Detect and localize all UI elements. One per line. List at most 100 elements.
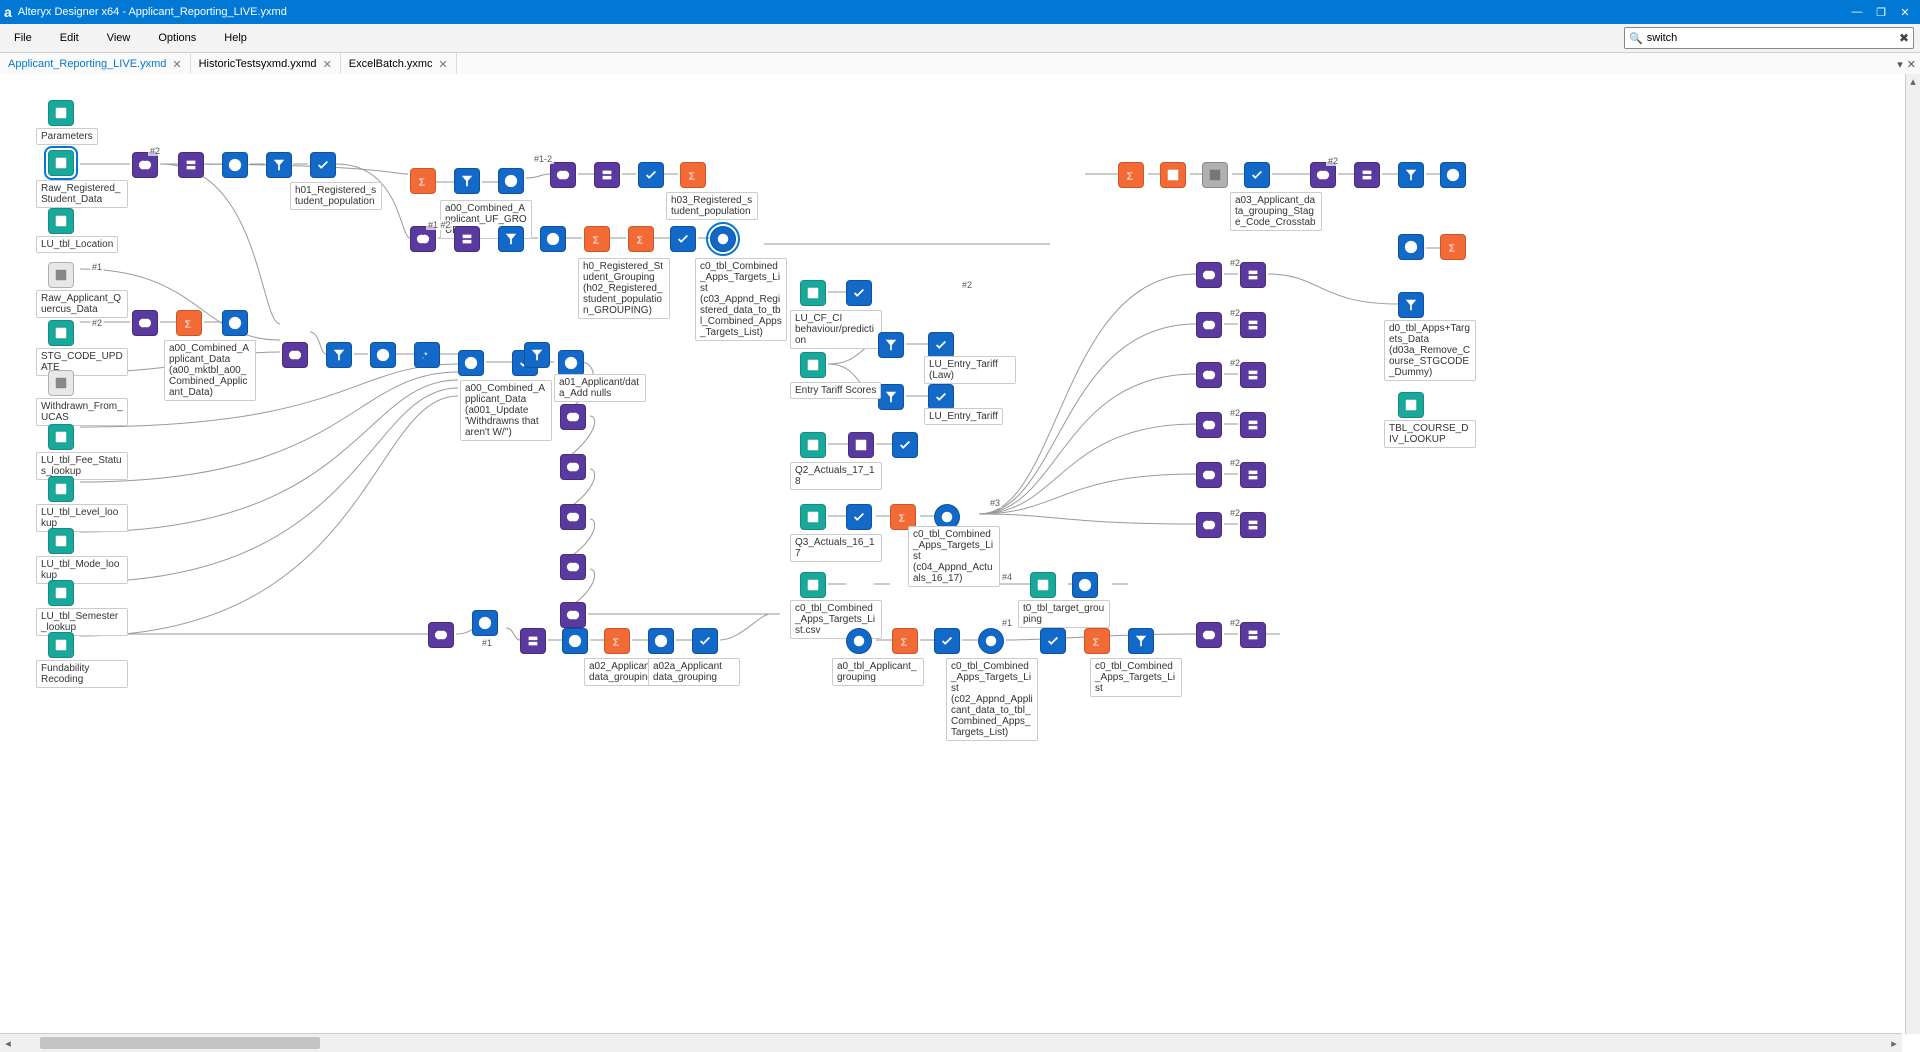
summarize-tool[interactable]: Σ bbox=[584, 226, 610, 252]
regex-tool[interactable]: .* bbox=[414, 342, 440, 368]
summarize-tool[interactable]: Σ bbox=[1440, 234, 1466, 260]
select-tool[interactable] bbox=[928, 332, 954, 358]
tile-tool[interactable] bbox=[978, 628, 1004, 654]
filter-tool[interactable] bbox=[524, 342, 550, 368]
union-tool[interactable] bbox=[594, 162, 620, 188]
search-box[interactable]: 🔍 ✖ bbox=[1624, 27, 1914, 49]
summarize-tool[interactable]: Σ bbox=[410, 168, 436, 194]
input-tool-lu-mode[interactable] bbox=[48, 528, 74, 554]
join-tool[interactable] bbox=[560, 404, 586, 430]
input-tool-q2-actuals[interactable] bbox=[800, 432, 826, 458]
select-tool[interactable] bbox=[310, 152, 336, 178]
join-tool[interactable] bbox=[560, 454, 586, 480]
select-tool[interactable] bbox=[892, 432, 918, 458]
filter-tool[interactable] bbox=[326, 342, 352, 368]
select-tool[interactable] bbox=[638, 162, 664, 188]
scroll-right-icon[interactable]: ▸ bbox=[1886, 1035, 1902, 1051]
summarize-tool[interactable]: Σ bbox=[1118, 162, 1144, 188]
summarize-tool[interactable]: Σ bbox=[176, 310, 202, 336]
maximize-button[interactable]: ❐ bbox=[1870, 3, 1892, 21]
formula-tool[interactable] bbox=[498, 168, 524, 194]
tile-tool[interactable] bbox=[846, 628, 872, 654]
formula-tool[interactable] bbox=[562, 628, 588, 654]
search-input[interactable] bbox=[1643, 32, 1899, 44]
join-tool[interactable] bbox=[550, 162, 576, 188]
filter-tool[interactable] bbox=[454, 168, 480, 194]
scroll-up-icon[interactable]: ▴ bbox=[1906, 74, 1920, 88]
tab-excel-batch[interactable]: ExcelBatch.yxmc ✕ bbox=[341, 53, 457, 75]
scrollbar-thumb[interactable] bbox=[40, 1037, 320, 1049]
input-tool-raw-registered[interactable] bbox=[48, 150, 74, 176]
select-tool[interactable] bbox=[1244, 162, 1270, 188]
close-button[interactable]: ✕ bbox=[1894, 3, 1916, 21]
join-tool[interactable] bbox=[1196, 362, 1222, 388]
select-tool[interactable] bbox=[670, 226, 696, 252]
workflow-canvas[interactable]: Parameters Raw_Registered_Student_Data L… bbox=[0, 74, 1920, 1034]
input-tool-lu-fee[interactable] bbox=[48, 424, 74, 450]
join-tool[interactable] bbox=[560, 504, 586, 530]
input-tool-lu-level[interactable] bbox=[48, 476, 74, 502]
formula-tool[interactable] bbox=[540, 226, 566, 252]
crosstab-tool[interactable] bbox=[1160, 162, 1186, 188]
union-tool[interactable] bbox=[178, 152, 204, 178]
vertical-scrollbar[interactable]: ▴ bbox=[1905, 74, 1920, 1034]
union-tool[interactable] bbox=[1240, 262, 1266, 288]
select-tool[interactable] bbox=[846, 504, 872, 530]
container-tool-withdrawn[interactable] bbox=[48, 370, 74, 396]
input-tool-lu-semester[interactable] bbox=[48, 580, 74, 606]
input-tool-lu-cf-ci[interactable] bbox=[800, 280, 826, 306]
horizontal-scrollbar[interactable]: ◂ ▸ bbox=[0, 1033, 1902, 1052]
select-tool[interactable] bbox=[934, 628, 960, 654]
join-tool[interactable] bbox=[428, 622, 454, 648]
formula-tool[interactable] bbox=[1072, 572, 1098, 598]
input-tool-tbl-course[interactable] bbox=[1398, 392, 1424, 418]
input-tool-parameters[interactable] bbox=[48, 100, 74, 126]
join-tool[interactable] bbox=[1196, 262, 1222, 288]
union-tool[interactable] bbox=[1240, 512, 1266, 538]
formula-tool[interactable] bbox=[458, 350, 484, 376]
tab-historic-tests[interactable]: HistoricTestsyxmd.yxmd ✕ bbox=[191, 53, 341, 75]
join-tool[interactable] bbox=[282, 342, 308, 368]
minimize-button[interactable]: — bbox=[1846, 3, 1868, 21]
filter-tool[interactable] bbox=[498, 226, 524, 252]
input-tool-entry-tariff[interactable] bbox=[800, 352, 826, 378]
browse-tool[interactable] bbox=[848, 432, 874, 458]
tab-overflow-icon[interactable]: ▾ bbox=[1897, 58, 1903, 71]
union-tool[interactable] bbox=[1240, 312, 1266, 338]
union-tool[interactable] bbox=[1240, 462, 1266, 488]
search-clear-icon[interactable]: ✖ bbox=[1899, 31, 1909, 45]
formula-tool[interactable] bbox=[472, 610, 498, 636]
input-tool-c0-csv[interactable] bbox=[800, 572, 826, 598]
join-tool[interactable] bbox=[1196, 462, 1222, 488]
menu-edit[interactable]: Edit bbox=[46, 28, 93, 48]
join-tool[interactable] bbox=[1196, 412, 1222, 438]
tile-tool[interactable] bbox=[710, 226, 736, 252]
formula-tool[interactable] bbox=[1440, 162, 1466, 188]
input-tool-q3-actuals[interactable] bbox=[800, 504, 826, 530]
select-tool[interactable] bbox=[846, 280, 872, 306]
formula-tool[interactable] bbox=[222, 310, 248, 336]
input-tool-t0-target[interactable] bbox=[1030, 572, 1056, 598]
union-tool[interactable] bbox=[1240, 622, 1266, 648]
formula-tool[interactable] bbox=[558, 350, 584, 376]
filter-tool[interactable] bbox=[878, 384, 904, 410]
select-tool[interactable] bbox=[928, 384, 954, 410]
union-tool[interactable] bbox=[454, 226, 480, 252]
tab-close-icon[interactable]: ✕ bbox=[439, 58, 448, 71]
join-tool[interactable] bbox=[560, 602, 586, 628]
union-tool[interactable] bbox=[1240, 362, 1266, 388]
join-tool[interactable] bbox=[1196, 622, 1222, 648]
filter-tool[interactable] bbox=[1398, 162, 1424, 188]
union-tool[interactable] bbox=[520, 628, 546, 654]
summarize-tool[interactable]: Σ bbox=[680, 162, 706, 188]
summarize-tool[interactable]: Σ bbox=[628, 226, 654, 252]
join-tool[interactable] bbox=[560, 554, 586, 580]
formula-tool[interactable] bbox=[370, 342, 396, 368]
dynamic-rename-tool[interactable] bbox=[1202, 162, 1228, 188]
input-tool-stg-code[interactable] bbox=[48, 320, 74, 346]
summarize-tool[interactable]: Σ bbox=[604, 628, 630, 654]
join-tool[interactable] bbox=[132, 310, 158, 336]
select-tool[interactable] bbox=[1040, 628, 1066, 654]
tab-close-all-icon[interactable]: ✕ bbox=[1907, 58, 1916, 71]
summarize-tool[interactable]: Σ bbox=[1084, 628, 1110, 654]
